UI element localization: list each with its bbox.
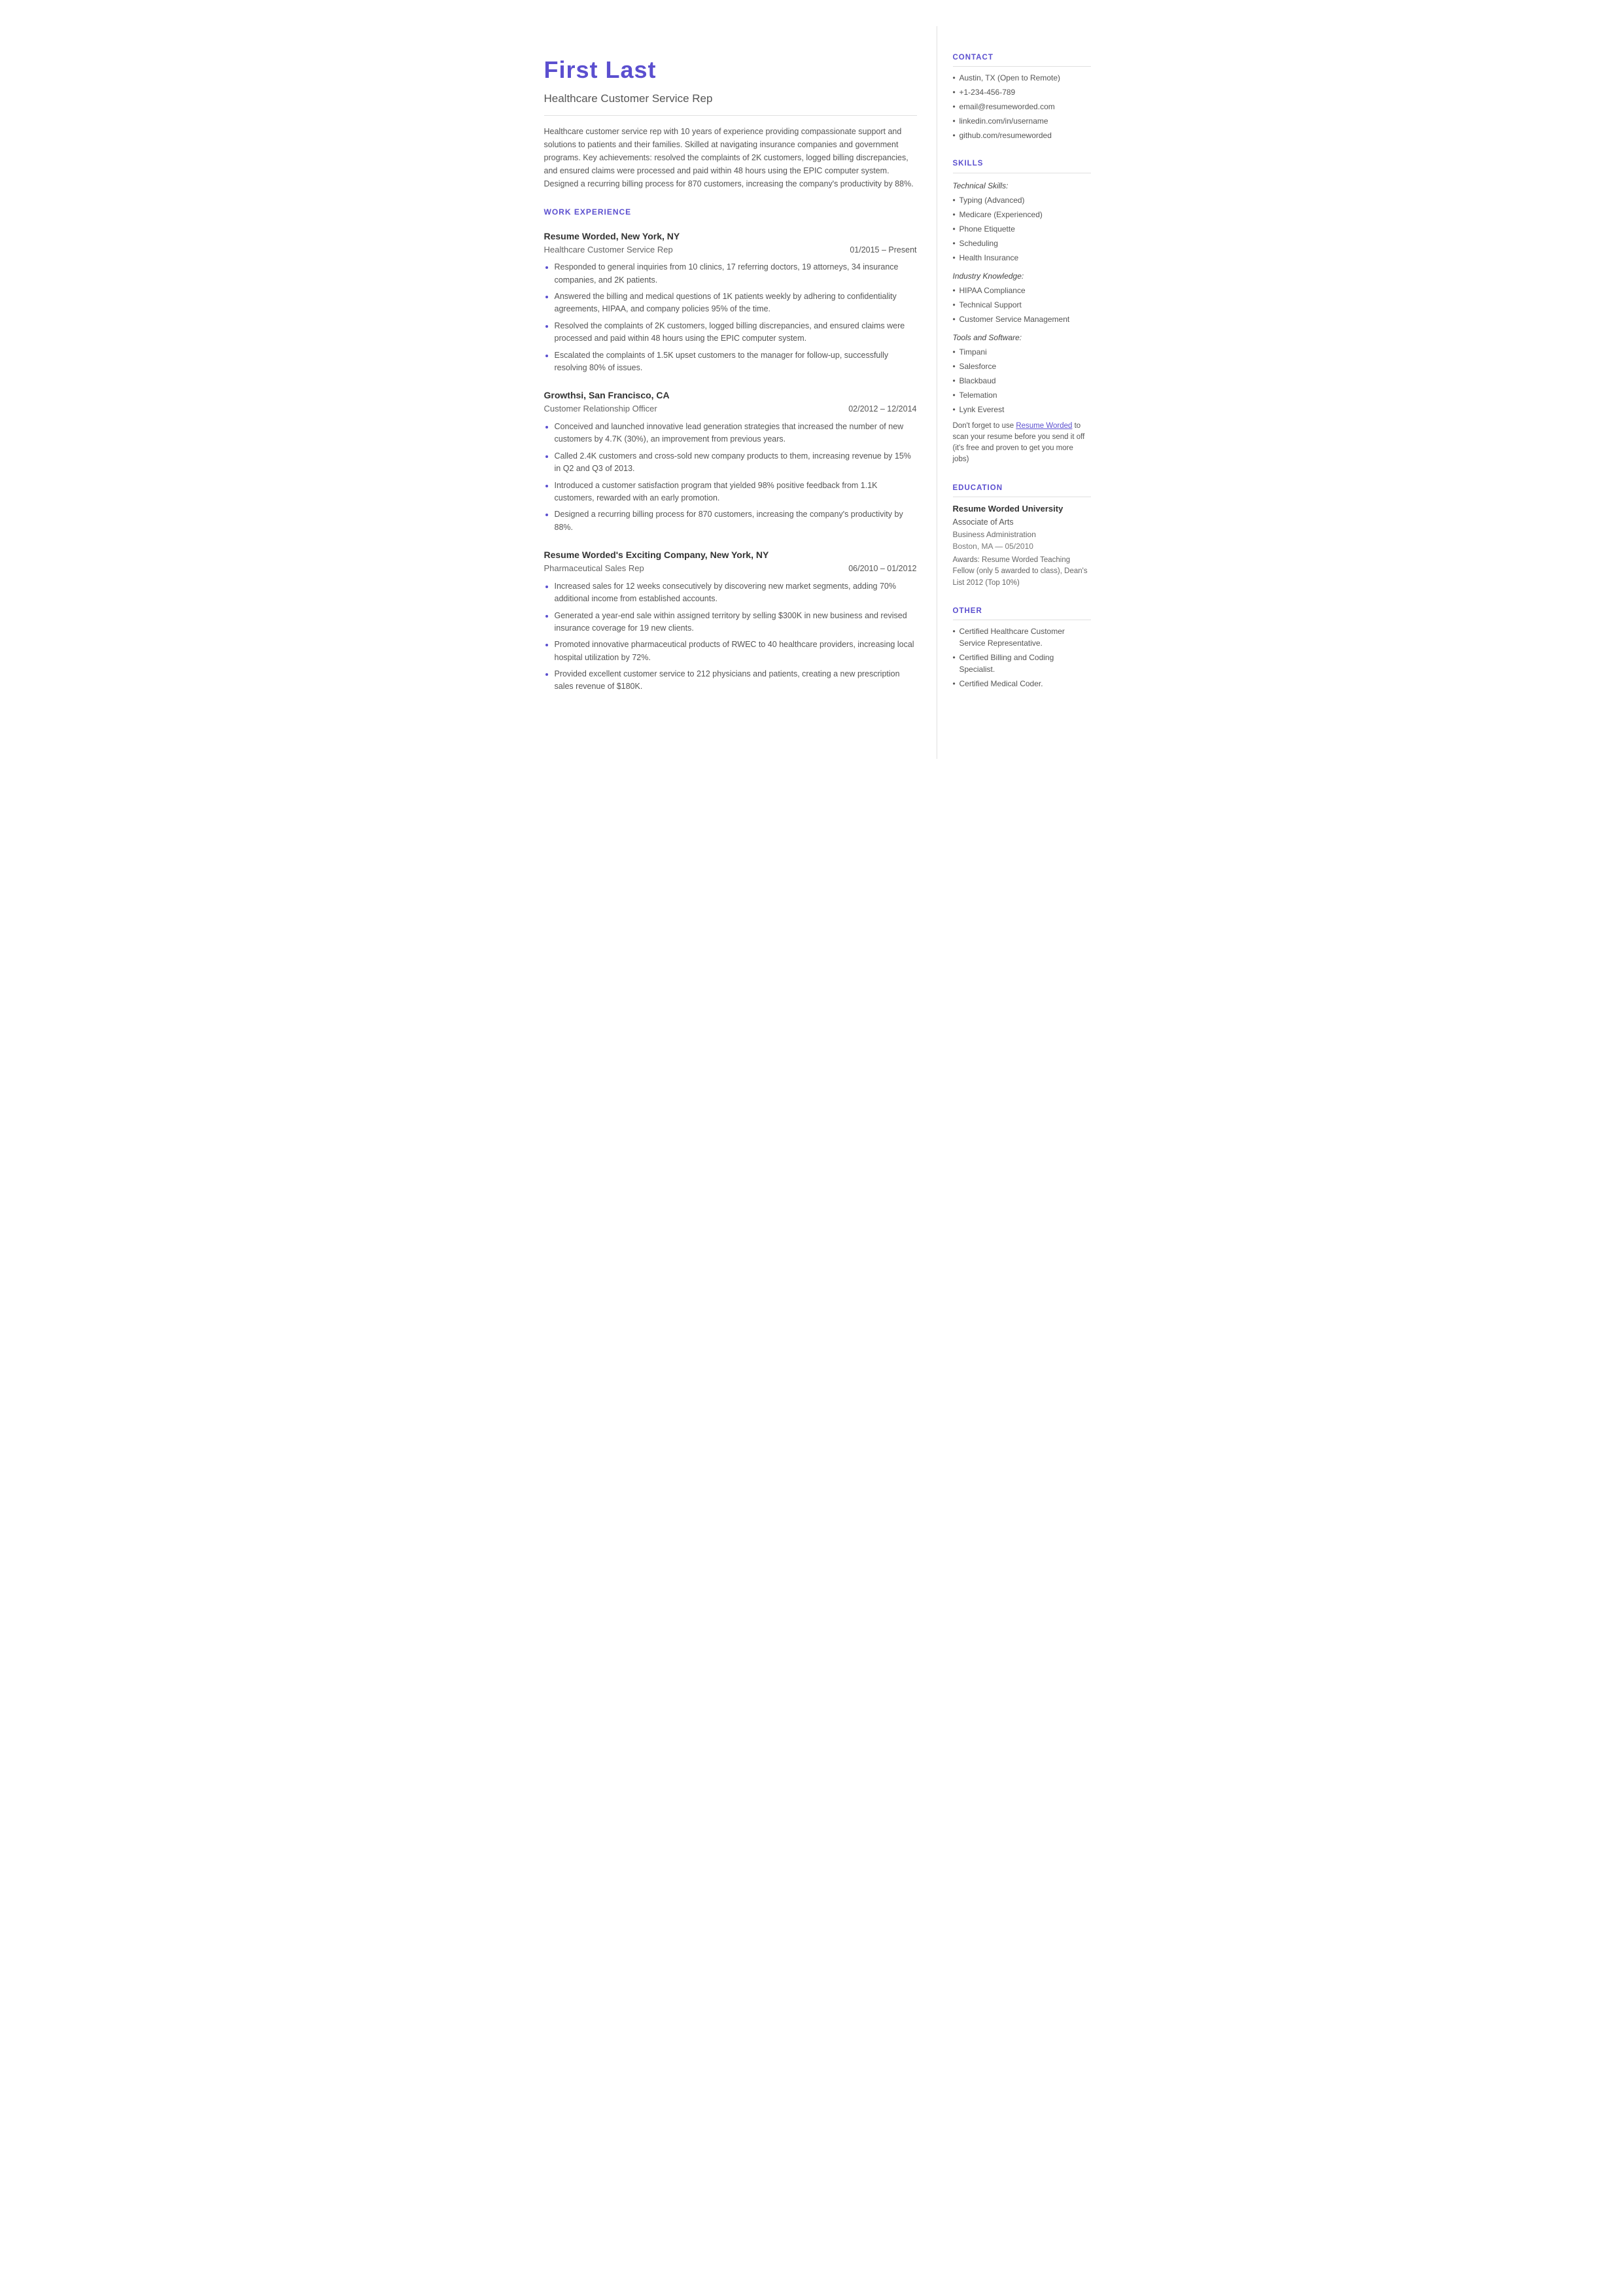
edu-school: Resume Worded University bbox=[953, 502, 1091, 516]
job-bullets: Responded to general inquiries from 10 c… bbox=[555, 261, 917, 374]
job-bullet: Escalated the complaints of 1.5K upset c… bbox=[555, 349, 917, 375]
sidebar: CONTACT Austin, TX (Open to Remote) +1-23… bbox=[937, 26, 1107, 759]
other-list: Certified Healthcare Customer Service Re… bbox=[953, 625, 1091, 690]
skill-item: Lynk Everest bbox=[953, 404, 1091, 415]
edu-degree: Associate of Arts bbox=[953, 516, 1091, 529]
education-section: EDUCATION Resume Worded University Assoc… bbox=[953, 483, 1091, 589]
skills-list: Timpani Salesforce Blackbaud Telemation Lynk… bbox=[953, 346, 1091, 415]
contact-section: CONTACT Austin, TX (Open to Remote) +1-23… bbox=[953, 52, 1091, 141]
summary-text: Healthcare customer service rep with 10 … bbox=[544, 125, 917, 190]
skills-category-label: Industry Knowledge: bbox=[953, 270, 1091, 282]
other-item: Certified Billing and Coding Specialist. bbox=[953, 652, 1091, 675]
edu-field: Business Administration bbox=[953, 529, 1091, 540]
skill-item: Phone Etiquette bbox=[953, 223, 1091, 235]
other-section: OTHER Certified Healthcare Customer Serv… bbox=[953, 606, 1091, 690]
contact-item: Austin, TX (Open to Remote) bbox=[953, 72, 1091, 84]
promo-text: Don't forget to use Resume Worded to sca… bbox=[953, 421, 1091, 466]
candidate-job-title: Healthcare Customer Service Rep bbox=[544, 90, 917, 116]
other-title: OTHER bbox=[953, 606, 1091, 620]
job-bullet: Increased sales for 12 weeks consecutive… bbox=[555, 580, 917, 606]
skills-category-label: Tools and Software: bbox=[953, 332, 1091, 343]
job-company: Resume Worded's Exciting Company, New Yo… bbox=[544, 548, 917, 562]
contact-item: +1-234-456-789 bbox=[953, 86, 1091, 98]
skill-item: Typing (Advanced) bbox=[953, 194, 1091, 206]
job-role: Healthcare Customer Service Rep bbox=[544, 243, 673, 256]
job-bullet: Provided excellent customer service to 2… bbox=[555, 668, 917, 693]
job-header: Customer Relationship Officer 02/2012 – 1… bbox=[544, 402, 917, 415]
job-company: Growthsi, San Francisco, CA bbox=[544, 389, 917, 402]
job-block: Resume Worded, New York, NYHealthcare Cu… bbox=[544, 230, 917, 375]
skill-item: HIPAA Compliance bbox=[953, 285, 1091, 296]
job-header: Pharmaceutical Sales Rep 06/2010 – 01/201… bbox=[544, 562, 917, 575]
jobs-container: Resume Worded, New York, NYHealthcare Cu… bbox=[544, 230, 917, 693]
edu-awards: Awards: Resume Worded Teaching Fellow (o… bbox=[953, 555, 1091, 589]
job-bullet: Answered the billing and medical questio… bbox=[555, 290, 917, 316]
other-item: Certified Healthcare Customer Service Re… bbox=[953, 625, 1091, 649]
skills-category-label: Technical Skills: bbox=[953, 180, 1091, 192]
job-role: Pharmaceutical Sales Rep bbox=[544, 562, 644, 575]
skill-item: Telemation bbox=[953, 389, 1091, 401]
job-bullet: Resolved the complaints of 2K customers,… bbox=[555, 320, 917, 345]
job-bullet: Conceived and launched innovative lead g… bbox=[555, 421, 917, 446]
job-date: 02/2012 – 12/2014 bbox=[848, 403, 916, 415]
skill-item: Health Insurance bbox=[953, 252, 1091, 264]
job-bullet: Promoted innovative pharmaceutical produ… bbox=[555, 639, 917, 664]
contact-item: email@resumeworded.com bbox=[953, 101, 1091, 113]
main-column: First Last Healthcare Customer Service R… bbox=[518, 26, 937, 759]
skill-item: Scheduling bbox=[953, 237, 1091, 249]
job-bullet: Introduced a customer satisfaction progr… bbox=[555, 480, 917, 505]
job-block: Growthsi, San Francisco, CACustomer Rela… bbox=[544, 389, 917, 534]
skill-item: Medicare (Experienced) bbox=[953, 209, 1091, 220]
skill-item: Timpani bbox=[953, 346, 1091, 358]
resume-worded-link[interactable]: Resume Worded bbox=[1016, 422, 1072, 430]
contact-title: CONTACT bbox=[953, 52, 1091, 67]
skills-section: SKILLS Technical Skills: Typing (Advanced… bbox=[953, 158, 1091, 465]
contact-item: linkedin.com/in/username bbox=[953, 115, 1091, 127]
skills-title: SKILLS bbox=[953, 158, 1091, 173]
other-item: Certified Medical Coder. bbox=[953, 678, 1091, 690]
job-role: Customer Relationship Officer bbox=[544, 402, 657, 415]
job-bullets: Conceived and launched innovative lead g… bbox=[555, 421, 917, 534]
promo-prefix: Don't forget to use bbox=[953, 422, 1016, 430]
skills-container: Technical Skills: Typing (Advanced) Medica… bbox=[953, 180, 1091, 415]
job-bullet: Generated a year-end sale within assigne… bbox=[555, 610, 917, 635]
skills-list: Typing (Advanced) Medicare (Experienced) P… bbox=[953, 194, 1091, 264]
skills-list: HIPAA Compliance Technical Support Custome… bbox=[953, 285, 1091, 325]
job-date: 01/2015 – Present bbox=[850, 244, 916, 256]
job-date: 06/2010 – 01/2012 bbox=[848, 563, 916, 575]
job-company: Resume Worded, New York, NY bbox=[544, 230, 917, 243]
job-bullets: Increased sales for 12 weeks consecutive… bbox=[555, 580, 917, 693]
job-block: Resume Worded's Exciting Company, New Yo… bbox=[544, 548, 917, 693]
job-bullet: Responded to general inquiries from 10 c… bbox=[555, 261, 917, 287]
work-experience-title: WORK EXPERIENCE bbox=[544, 206, 917, 220]
skill-item: Customer Service Management bbox=[953, 313, 1091, 325]
skill-item: Salesforce bbox=[953, 360, 1091, 372]
job-header: Healthcare Customer Service Rep 01/2015 –… bbox=[544, 243, 917, 256]
job-bullet: Called 2.4K customers and cross-sold new… bbox=[555, 450, 917, 476]
resume-page: First Last Healthcare Customer Service R… bbox=[518, 0, 1107, 785]
job-bullet: Designed a recurring billing process for… bbox=[555, 508, 917, 534]
contact-item: github.com/resumeworded bbox=[953, 130, 1091, 141]
contact-list: Austin, TX (Open to Remote) +1-234-456-78… bbox=[953, 72, 1091, 141]
skill-item: Blackbaud bbox=[953, 375, 1091, 387]
education-title: EDUCATION bbox=[953, 483, 1091, 497]
work-experience-section: WORK EXPERIENCE Resume Worded, New York,… bbox=[544, 206, 917, 693]
edu-location: Boston, MA — 05/2010 bbox=[953, 540, 1091, 552]
skill-item: Technical Support bbox=[953, 299, 1091, 311]
candidate-name: First Last bbox=[544, 52, 917, 88]
